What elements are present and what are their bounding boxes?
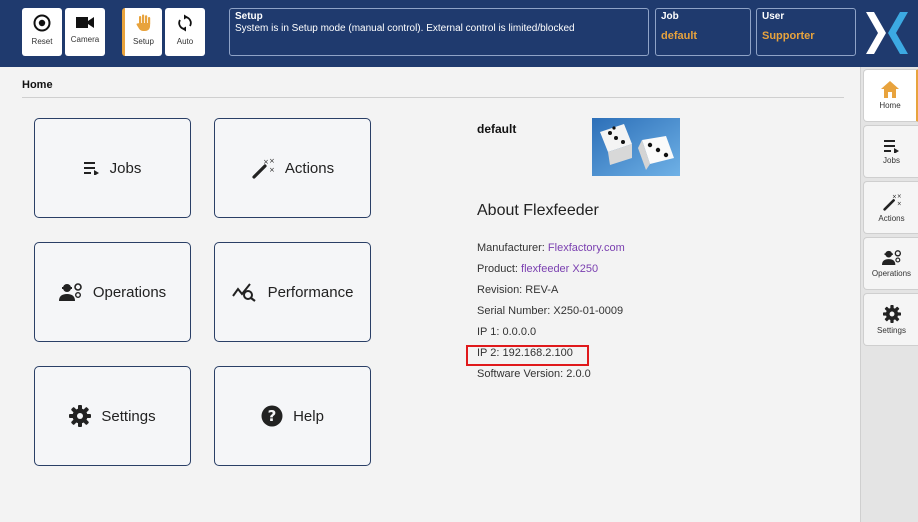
help-tile[interactable]: ? Help: [214, 366, 371, 466]
device-properties: Manufacturer: Flexfactory.com Product: f…: [477, 242, 625, 389]
user-value: Supporter: [762, 30, 815, 42]
ip1-row: IP 1: 0.0.0.0: [477, 326, 537, 338]
operations-tile-label: Operations: [92, 283, 167, 301]
reset-label: Reset: [31, 37, 53, 46]
product-link[interactable]: flexfeeder X250: [521, 263, 598, 275]
operations-icon: [881, 250, 901, 265]
job-title: Job: [661, 11, 679, 22]
svg-text:×: ×: [269, 157, 275, 165]
svg-text:×: ×: [263, 158, 269, 166]
reset-icon: [33, 14, 51, 32]
auto-button[interactable]: Auto: [165, 8, 205, 56]
actions-tile[interactable]: × × × Actions: [214, 118, 371, 218]
jobs-tile[interactable]: Jobs: [34, 118, 191, 218]
breadcrumb: Home: [22, 79, 53, 91]
breadcrumb-divider: [22, 97, 844, 98]
magic-wand-icon: × × ×: [252, 157, 275, 179]
magic-wand-icon: × × ×: [882, 193, 901, 211]
operations-tile[interactable]: Operations: [34, 242, 191, 342]
camera-button[interactable]: Camera: [65, 8, 105, 56]
sidebar-home-label: Home: [879, 101, 901, 110]
gear-icon: [69, 405, 92, 427]
product-label: Product:: [477, 263, 522, 275]
settings-tile[interactable]: Settings: [34, 366, 191, 466]
sidebar-jobs-label: Jobs: [883, 155, 900, 165]
manufacturer-link[interactable]: Flexfactory.com: [548, 242, 625, 254]
operations-icon: [58, 283, 82, 301]
ip2-highlight-box: [466, 345, 589, 366]
performance-tile-label: Performance: [267, 283, 354, 301]
status-title: Setup: [235, 11, 263, 22]
performance-icon: [231, 283, 256, 302]
svg-text:×: ×: [896, 193, 901, 199]
jobs-tile-label: Jobs: [109, 159, 142, 177]
jobs-icon: [883, 139, 899, 153]
svg-text:×: ×: [896, 201, 901, 207]
setup-button[interactable]: Setup: [122, 8, 162, 56]
sidebar-actions-label: Actions: [878, 213, 905, 223]
camera-icon: [76, 17, 94, 28]
job-name: default: [477, 122, 517, 136]
sidebar-item-operations[interactable]: Operations: [863, 237, 918, 290]
actions-tile-label: Actions: [284, 159, 335, 177]
auto-label: Auto: [176, 37, 194, 46]
dice-image: [592, 118, 680, 176]
sidebar-item-jobs[interactable]: Jobs: [863, 125, 918, 178]
serial-row: Serial Number: X250-01-0009: [477, 305, 624, 317]
manufacturer-label: Manufacturer:: [477, 242, 548, 254]
performance-tile[interactable]: Performance: [214, 242, 371, 342]
sidebar-settings-label: Settings: [877, 325, 906, 335]
refresh-icon: [178, 14, 192, 32]
sidebar-item-actions[interactable]: × × × Actions: [863, 181, 918, 234]
side-nav: Home Jobs × × × Actions Operations Setti…: [860, 67, 918, 522]
home-icon: [881, 81, 899, 98]
job-value: default: [661, 30, 698, 42]
sidebar-item-settings[interactable]: Settings: [863, 293, 918, 346]
settings-tile-label: Settings: [101, 407, 156, 425]
sidebar-item-home[interactable]: Home: [863, 69, 918, 122]
user-title: User: [762, 11, 785, 22]
gear-icon: [882, 304, 901, 323]
product-row: Product: flexfeeder X250: [477, 263, 625, 284]
status-panel: Setup System is in Setup mode (manual co…: [229, 8, 649, 56]
reset-button[interactable]: Reset: [22, 8, 62, 56]
help-tile-label: Help: [293, 407, 324, 425]
svg-text:?: ?: [268, 407, 277, 425]
revision-row: Revision: REV-A: [477, 284, 559, 296]
setup-label: Setup: [133, 37, 154, 46]
status-message: System is in Setup mode (manual control)…: [235, 23, 575, 34]
svg-text:×: ×: [269, 166, 275, 174]
user-panel[interactable]: User Supporter: [756, 8, 856, 56]
sidebar-operations-label: Operations: [871, 269, 912, 278]
about-title: About Flexfeeder: [477, 202, 599, 219]
main-content: Home Jobs × × × Actions Operations Perfo…: [0, 67, 860, 522]
camera-label: Camera: [70, 35, 100, 44]
flexfactory-logo: [866, 12, 908, 54]
manufacturer-row: Manufacturer: Flexfactory.com: [477, 242, 625, 263]
top-toolbar: Reset Camera Setup Auto Setup System is …: [0, 0, 918, 67]
job-panel[interactable]: Job default: [655, 8, 751, 56]
jobs-icon: [83, 162, 99, 175]
help-icon: ?: [261, 405, 283, 427]
software-row: Software Version: 2.0.0: [477, 368, 591, 380]
hand-icon: [136, 14, 150, 31]
